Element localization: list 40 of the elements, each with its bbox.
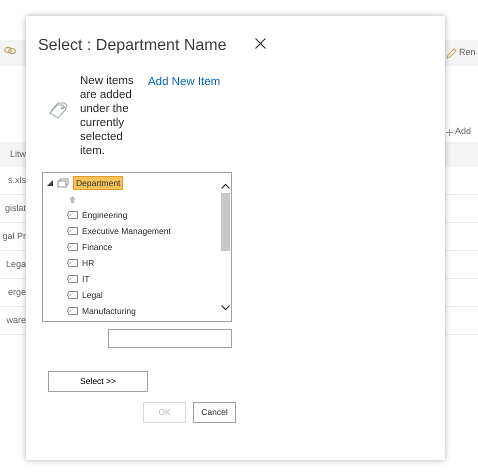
tags-icon (48, 100, 70, 120)
table-cell: s.xls (8, 174, 26, 185)
tag-icon (67, 291, 78, 299)
add-label[interactable]: Add (455, 125, 472, 139)
tree-item[interactable]: HR (82, 256, 94, 270)
tag-icon (67, 259, 78, 267)
scroll-up-icon[interactable] (221, 183, 230, 189)
up-arrow-icon[interactable] (69, 196, 76, 202)
plus-icon[interactable] (446, 128, 453, 136)
table-cell: gal Pr (2, 230, 26, 241)
info-text: New items are added under the currently selected item. (80, 74, 135, 158)
tree-item[interactable]: Executive Management (82, 224, 171, 238)
dialog-title: Select : Department Name (38, 36, 227, 56)
tag-icon (67, 275, 78, 283)
text-field[interactable] (108, 329, 232, 348)
tag-icon (67, 307, 78, 315)
column-header: Litw (10, 148, 26, 159)
table-cell: erge (8, 286, 26, 297)
table-cell: ware (6, 314, 26, 325)
rename-label[interactable]: Ren (459, 46, 476, 60)
tag-icon (67, 211, 78, 219)
folder-stack-icon (57, 178, 69, 188)
tree-item[interactable]: Manufacturing (82, 304, 136, 318)
tag-icon (67, 243, 78, 251)
select-button[interactable]: Select >> (48, 370, 148, 392)
scroll-down-icon[interactable] (221, 305, 230, 311)
chain-link-icon[interactable] (4, 46, 16, 56)
tree-item[interactable]: Finance (82, 240, 112, 254)
table-cell: Lega (6, 258, 26, 269)
expand-toggle-icon[interactable] (47, 180, 53, 186)
tag-icon (67, 227, 78, 235)
tree-item[interactable]: Engineering (82, 208, 128, 222)
pencil-icon[interactable] (446, 48, 457, 58)
add-new-item-link[interactable]: Add New Item (148, 74, 220, 158)
scrollbar-thumb[interactable] (221, 193, 230, 252)
table-cell: gislat (4, 202, 26, 213)
cancel-button[interactable]: Cancel (193, 402, 236, 422)
tree-item[interactable]: Department (73, 176, 124, 190)
tree-item[interactable]: IT (82, 272, 90, 286)
tree-item[interactable]: Legal (82, 288, 103, 302)
